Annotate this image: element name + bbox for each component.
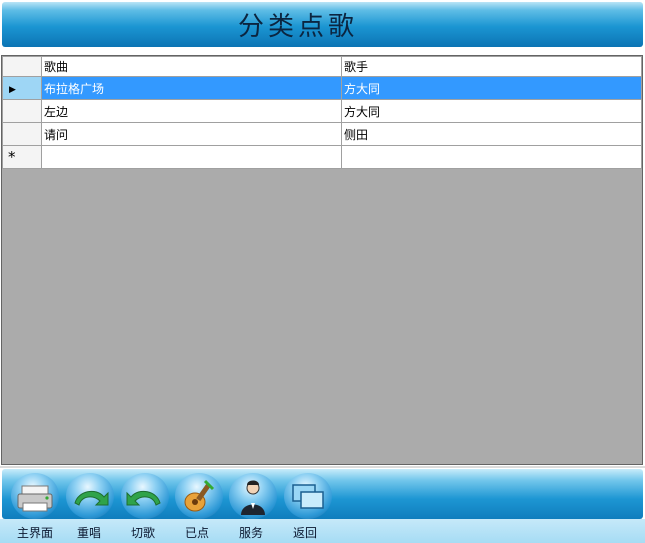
replay-label[interactable]: 重唱: [77, 524, 101, 541]
singer-cell[interactable]: 方大同: [341, 76, 642, 100]
skip-arrow-icon: [126, 490, 161, 506]
back-button[interactable]: [284, 473, 332, 519]
replay-button[interactable]: [66, 473, 114, 519]
page-title: 分类点歌: [238, 12, 359, 42]
service-label[interactable]: 服务: [239, 524, 263, 541]
song-cell[interactable]: 布拉格广场: [41, 76, 342, 100]
title-bar: 分类点歌: [2, 2, 643, 47]
footer-divider: [0, 466, 645, 468]
column-header-singer[interactable]: 歌手: [341, 56, 642, 77]
next-song-button[interactable]: [121, 473, 169, 519]
song-grid[interactable]: 歌曲 歌手 ▶ 布拉格广场 方大同 左边 方大同 请问 侧田 *: [1, 55, 643, 465]
header-spacer: [0, 47, 645, 55]
waiter-icon: [241, 480, 265, 515]
home-button[interactable]: [11, 473, 59, 519]
new-row-asterisk-icon: *: [8, 147, 16, 166]
row-header[interactable]: [2, 122, 42, 146]
printer-icon: [17, 485, 53, 512]
row-header-corner[interactable]: [2, 56, 42, 77]
windows-icon: [292, 484, 324, 509]
new-row[interactable]: *: [2, 145, 642, 169]
song-cell[interactable]: 请问: [41, 122, 342, 146]
singer-cell[interactable]: 方大同: [341, 99, 642, 123]
row-header[interactable]: ▶: [2, 76, 42, 100]
song-cell[interactable]: 左边: [41, 99, 342, 123]
service-button[interactable]: [229, 473, 277, 519]
singer-cell[interactable]: 侧田: [341, 122, 642, 146]
row-header[interactable]: *: [2, 145, 42, 169]
toolbar: [2, 469, 643, 519]
ordered-songs-button[interactable]: [175, 473, 223, 519]
home-label[interactable]: 主界面: [17, 524, 53, 541]
table-row[interactable]: 请问 侧田: [2, 122, 642, 146]
table-row[interactable]: 左边 方大同: [2, 99, 642, 123]
redo-arrow-icon: [74, 490, 109, 506]
column-header-song[interactable]: 歌曲: [41, 56, 342, 77]
song-table: 歌曲 歌手 ▶ 布拉格广场 方大同 左边 方大同 请问 侧田 *: [2, 56, 642, 169]
toolbar-labels: 主界面 重唱 切歌 已点 服务 返回: [0, 519, 645, 543]
back-label[interactable]: 返回: [293, 524, 317, 541]
next-song-label[interactable]: 切歌: [131, 524, 155, 541]
new-singer-cell[interactable]: [341, 145, 642, 169]
table-row[interactable]: ▶ 布拉格广场 方大同: [2, 76, 642, 100]
ordered-songs-label[interactable]: 已点: [185, 524, 209, 541]
row-header[interactable]: [2, 99, 42, 123]
guitar-icon: [184, 479, 215, 512]
current-row-indicator-icon: ▶: [9, 85, 16, 95]
new-song-cell[interactable]: [41, 145, 342, 169]
table-header-row: 歌曲 歌手: [2, 56, 642, 77]
